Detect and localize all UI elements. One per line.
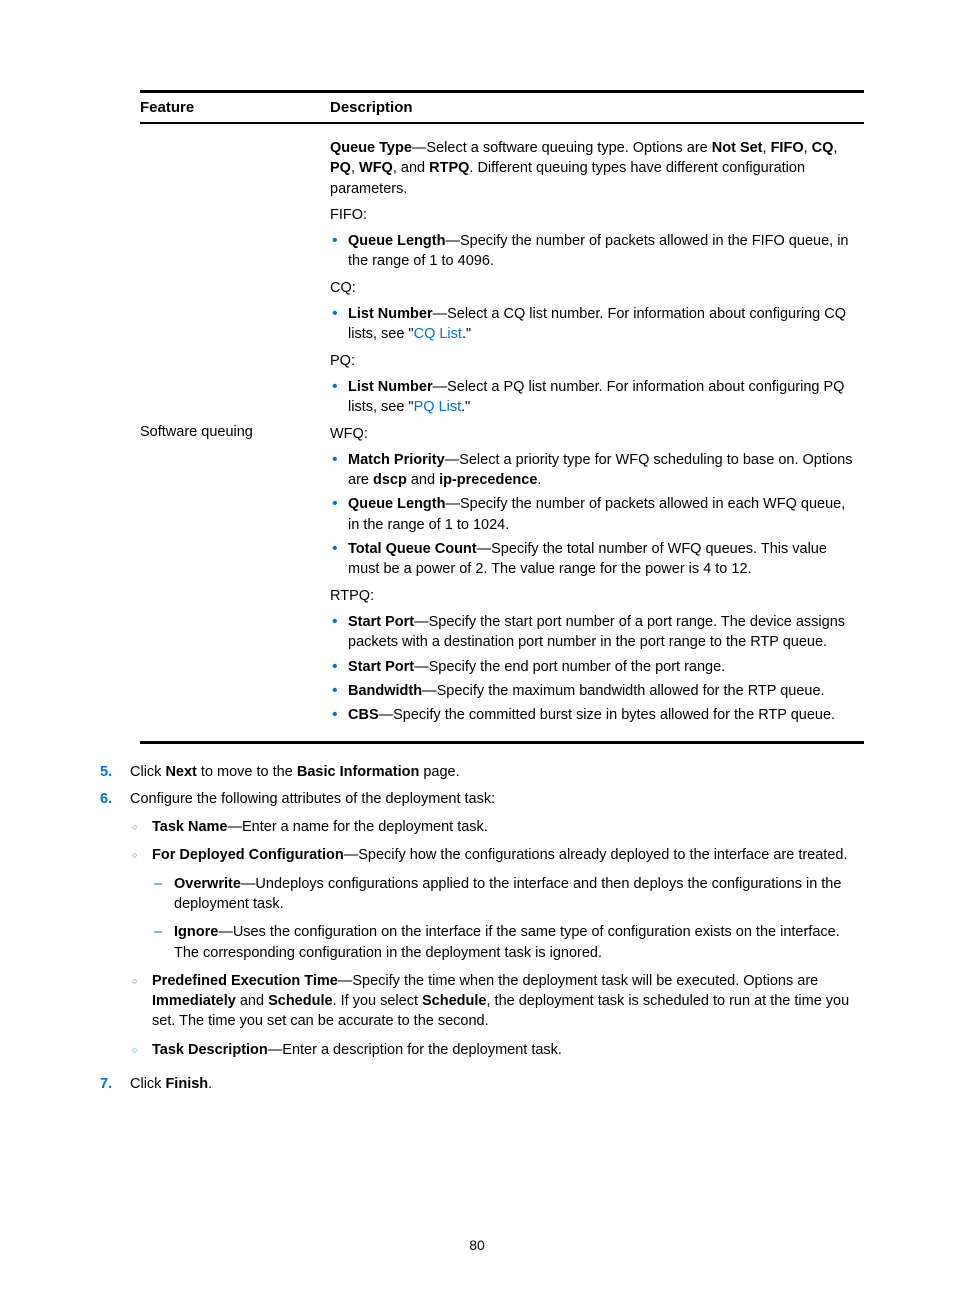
dash-ignore: Ignore—Uses the configuration on the int… bbox=[174, 922, 864, 963]
wfq-item-match-priority: Match Priority—Select a priority type fo… bbox=[348, 450, 858, 491]
pq-item: List Number—Select a PQ list number. For… bbox=[348, 377, 858, 418]
th-feature: Feature bbox=[140, 92, 330, 124]
rtpq-item-start-port: Start Port—Specify the start port number… bbox=[348, 612, 858, 653]
pq-heading: PQ: bbox=[330, 351, 858, 371]
cq-list-link[interactable]: CQ List bbox=[414, 326, 462, 342]
sub-task-name: Task Name—Enter a name for the deploymen… bbox=[152, 817, 864, 837]
queue-type-label: Queue Type bbox=[330, 140, 412, 156]
table-row: Software queuing Queue Type—Select a sof… bbox=[140, 123, 864, 743]
sub-predefined-time: Predefined Execution Time—Specify the ti… bbox=[152, 971, 864, 1032]
dash-overwrite: Overwrite—Undeploys configurations appli… bbox=[174, 874, 864, 915]
step-7-num: 7. bbox=[90, 1074, 130, 1094]
rtpq-item-cbs: CBS—Specify the committed burst size in … bbox=[348, 705, 858, 725]
rtpq-item-bandwidth: Bandwidth—Specify the maximum bandwidth … bbox=[348, 681, 858, 701]
step-6-num: 6. bbox=[90, 789, 130, 1068]
queue-type-para: Queue Type—Select a software queuing typ… bbox=[330, 138, 858, 199]
sub-for-deployed-config: For Deployed Configuration—Specify how t… bbox=[152, 845, 864, 962]
cq-heading: CQ: bbox=[330, 278, 858, 298]
sub-task-description: Task Description—Enter a description for… bbox=[152, 1040, 864, 1060]
step-7-body: Click Finish. bbox=[130, 1074, 864, 1094]
step-6-body: Configure the following attributes of th… bbox=[130, 789, 864, 1068]
rtpq-item-start-port-2: Start Port—Specify the end port number o… bbox=[348, 657, 858, 677]
wfq-item-total-queue-count: Total Queue Count—Specify the total numb… bbox=[348, 539, 858, 580]
wfq-heading: WFQ: bbox=[330, 424, 858, 444]
step-5-num: 5. bbox=[90, 762, 130, 782]
pq-list-link[interactable]: PQ List bbox=[414, 399, 462, 415]
rtpq-heading: RTPQ: bbox=[330, 586, 858, 606]
cell-feature: Software queuing bbox=[140, 123, 330, 743]
cell-description: Queue Type—Select a software queuing typ… bbox=[330, 123, 864, 743]
wfq-item-queue-length: Queue Length—Specify the number of packe… bbox=[348, 494, 858, 535]
cq-item: List Number—Select a CQ list number. For… bbox=[348, 304, 858, 345]
th-description: Description bbox=[330, 92, 864, 124]
feature-table: Feature Description Software queuing Que… bbox=[140, 90, 864, 744]
step-5-body: Click Next to move to the Basic Informat… bbox=[130, 762, 864, 782]
fifo-heading: FIFO: bbox=[330, 205, 858, 225]
steps-list: 5. Click Next to move to the Basic Infor… bbox=[90, 762, 864, 1094]
fifo-item: Queue Length—Specify the number of packe… bbox=[348, 231, 858, 272]
page-number: 80 bbox=[0, 1236, 954, 1256]
